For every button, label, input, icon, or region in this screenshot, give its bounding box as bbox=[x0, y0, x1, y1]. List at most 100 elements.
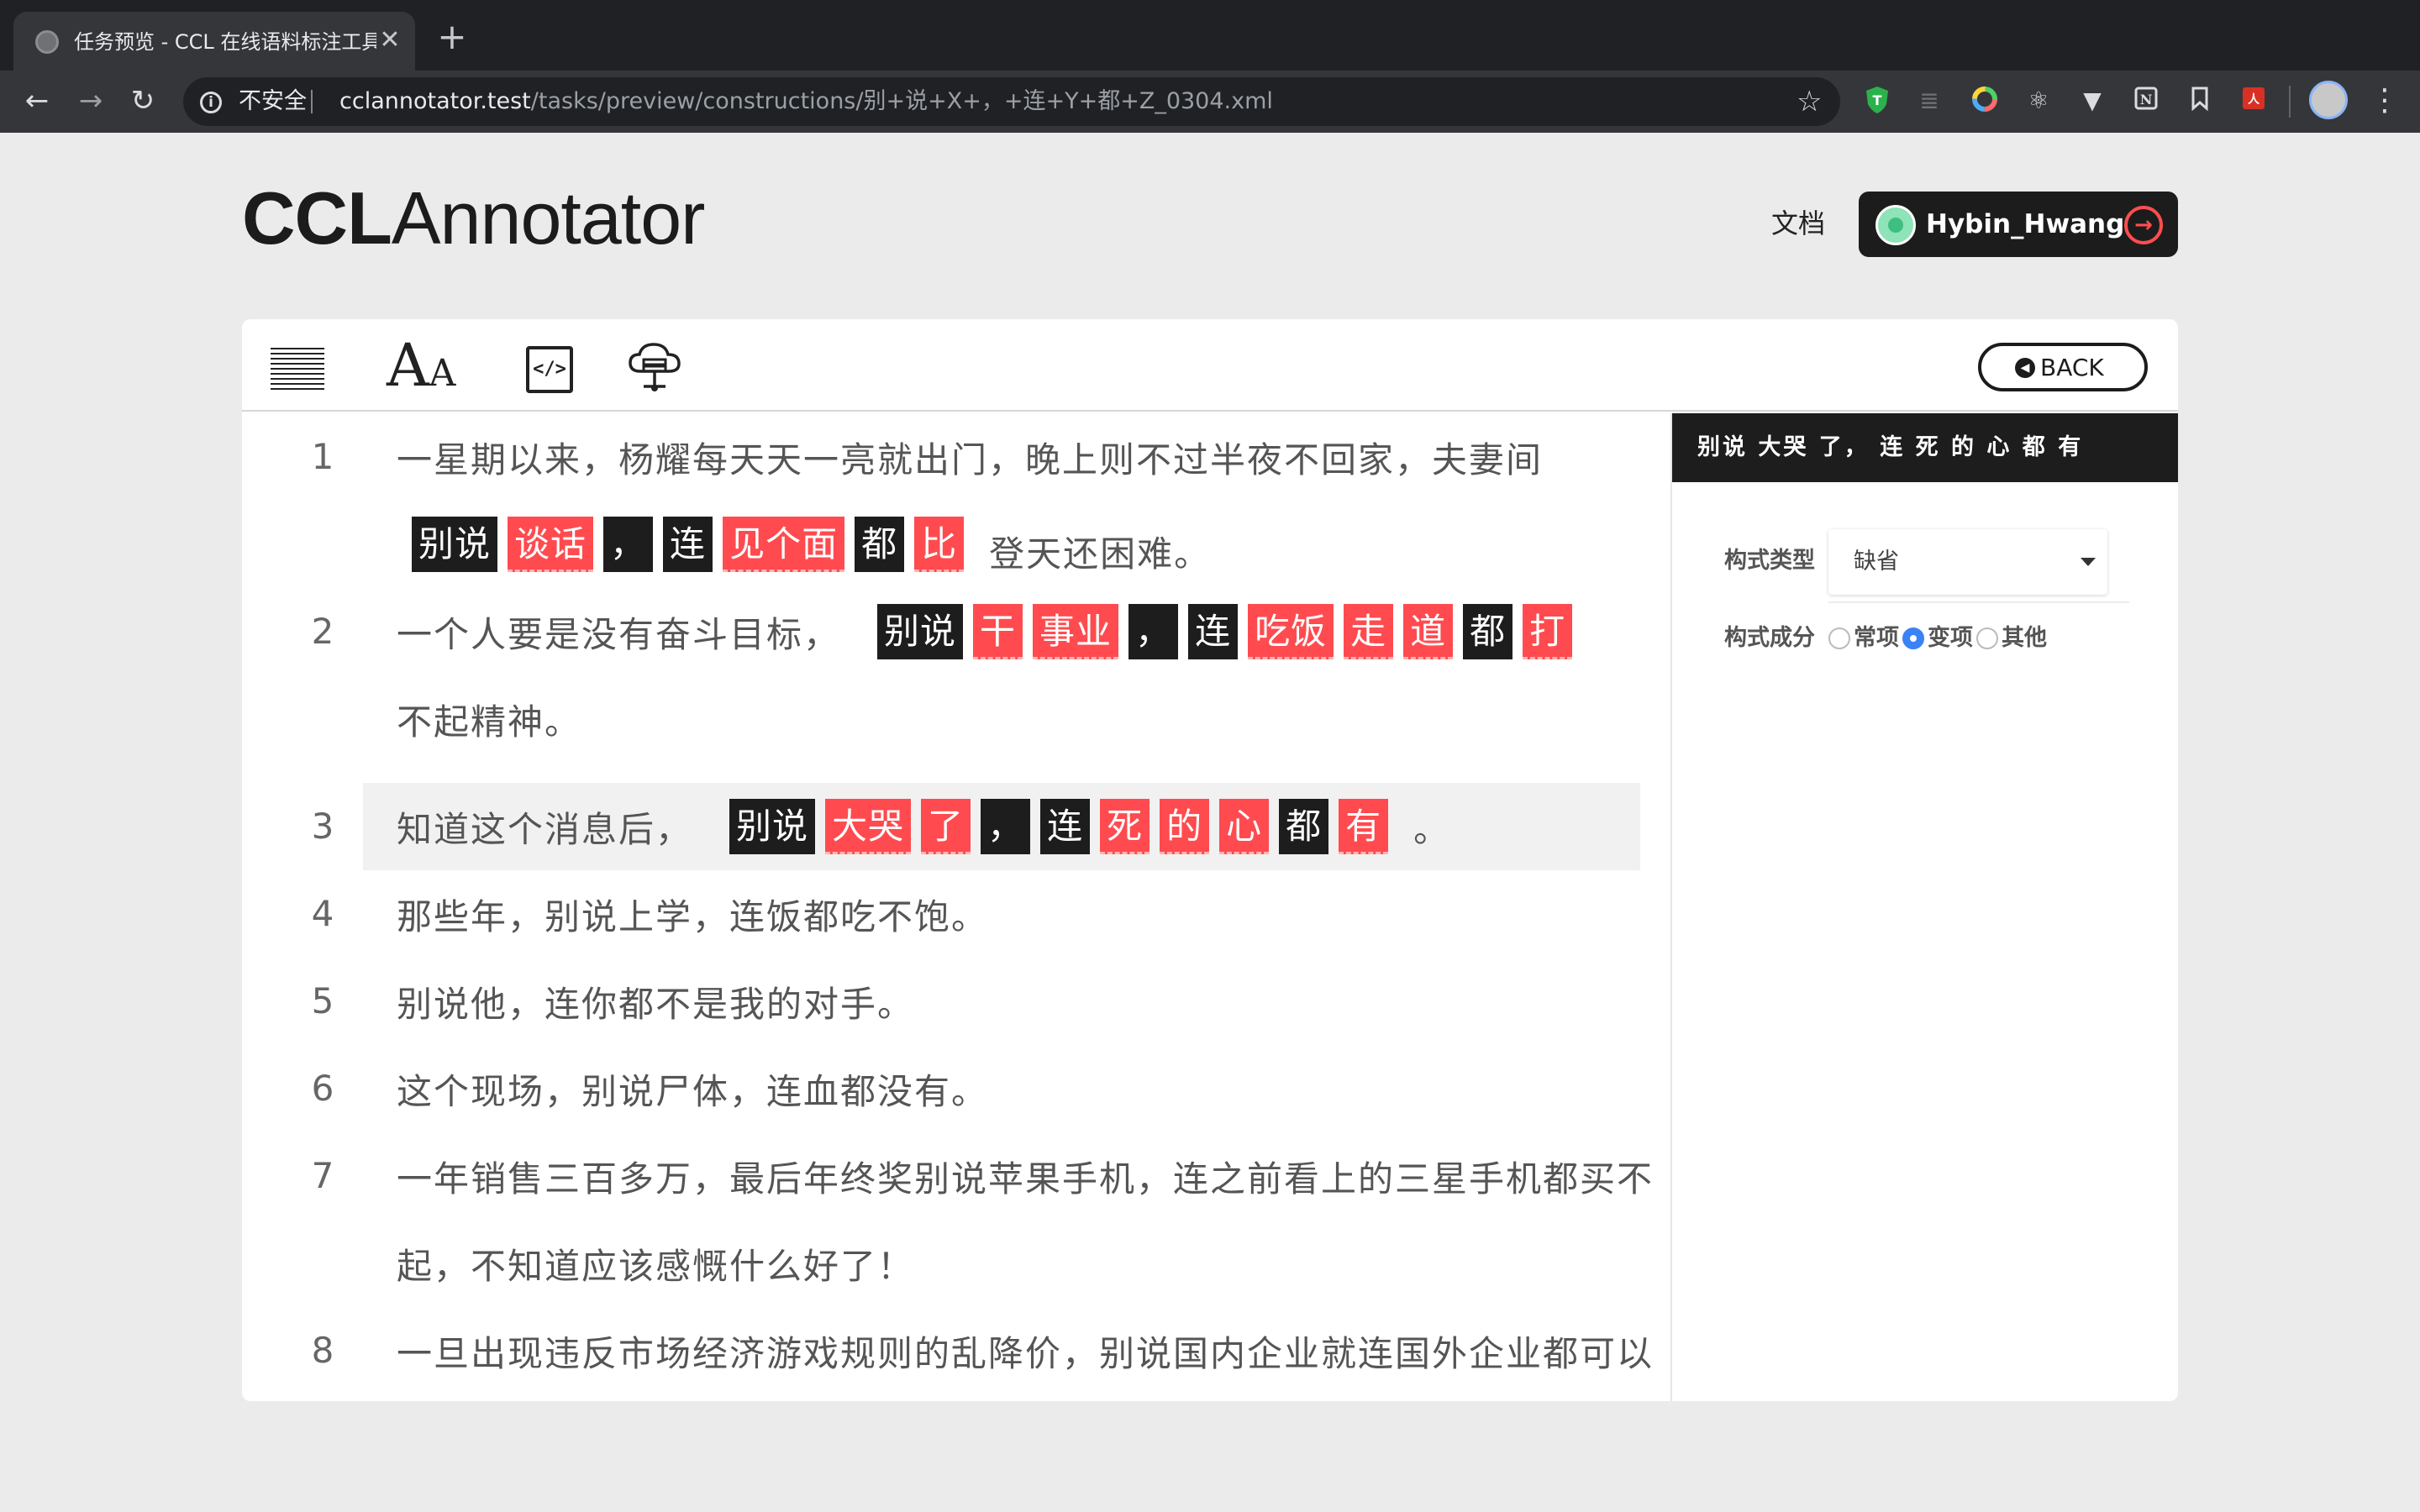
token-variable[interactable]: 比 bbox=[914, 517, 965, 572]
token-constant[interactable]: 别说 bbox=[877, 604, 964, 659]
sentence-3-line-1[interactable]: 知道这个消息后， 别说 大哭 了 ， 连 死 的 心 都 有 。 bbox=[397, 783, 1450, 870]
sentence-2-line-2[interactable]: 不起精神。 bbox=[397, 675, 581, 763]
token-variable[interactable]: 死 bbox=[1100, 799, 1150, 854]
construction-type-value: 缺省 bbox=[1854, 549, 1899, 575]
svg-text:N: N bbox=[2140, 92, 2153, 108]
token-variable[interactable]: 谈话 bbox=[508, 517, 594, 572]
token-variable[interactable]: 心 bbox=[1219, 799, 1270, 854]
token-constant[interactable]: ， bbox=[981, 799, 1031, 854]
sentence-text: 那些年，别说上学，连饭都吃不饱。 bbox=[397, 895, 989, 937]
sentence-number: 8 bbox=[311, 1330, 334, 1371]
close-icon[interactable]: ✕ bbox=[376, 27, 403, 54]
font-tool-small: A bbox=[429, 352, 456, 395]
token-variable[interactable]: 见个面 bbox=[723, 517, 845, 572]
chevron-down-icon bbox=[2081, 558, 2096, 566]
address-bar[interactable]: i 不安全 cclannotator.test/tasks/preview/co… bbox=[183, 77, 1840, 126]
sentence-number: 6 bbox=[311, 1068, 334, 1109]
sentence-number: 3 bbox=[311, 806, 334, 847]
app-logo[interactable]: CCLAnnotator bbox=[242, 176, 705, 260]
token-variable[interactable]: 吃饭 bbox=[1248, 604, 1334, 659]
token-variable[interactable]: 打 bbox=[1523, 604, 1573, 659]
browser-tab-bar: 任务预览 - CCL 在线语料标注工具 ✕ + bbox=[0, 0, 2420, 71]
token-variable[interactable]: 有 bbox=[1339, 799, 1389, 854]
text-lines-icon[interactable] bbox=[271, 348, 324, 390]
sentence-7-line-1[interactable]: 一年销售三百多万，最后年终奖别说苹果手机，连之前看上的三星手机都买不 bbox=[397, 1132, 1654, 1220]
token-variable[interactable]: 的 bbox=[1160, 799, 1210, 854]
sentence-text: 不起精神。 bbox=[397, 701, 582, 743]
url-path: /tasks/preview/constructions/别+说+X+，+连+Y… bbox=[530, 88, 1273, 114]
font-size-icon[interactable]: AA bbox=[387, 336, 471, 395]
docs-link[interactable]: 文档 bbox=[1771, 205, 1825, 242]
sentence-list: 1 一星期以来，杨耀每天天一亮就出门，晚上则不过半夜不回家，夫妻间 别说 谈话 … bbox=[242, 413, 1670, 1401]
sentence-8[interactable]: 一旦出现违反市场经济游戏规则的乱降价，别说国内企业就连国外企业都可以 bbox=[397, 1307, 1654, 1394]
token-constant[interactable]: 别说 bbox=[729, 799, 816, 854]
token-variable[interactable]: 干 bbox=[973, 604, 1023, 659]
extension-notion-icon[interactable]: N bbox=[2131, 86, 2161, 116]
browser-toolbar: ← → ↻ i 不安全 cclannotator.test/tasks/prev… bbox=[0, 71, 2420, 133]
more-menu-icon[interactable]: ⋮ bbox=[2370, 82, 2400, 119]
new-tab-button[interactable]: + bbox=[437, 19, 467, 55]
url-text[interactable]: cclannotator.test/tasks/preview/construc… bbox=[339, 88, 1273, 115]
token-variable[interactable]: 了 bbox=[921, 799, 971, 854]
token-variable[interactable]: 走 bbox=[1344, 604, 1394, 659]
insecure-label[interactable]: 不安全 bbox=[239, 88, 307, 115]
extension-shield-icon[interactable]: T bbox=[1862, 86, 1892, 116]
component-radio-group: 常项 变项 其他 bbox=[1828, 622, 2050, 655]
token-constant[interactable]: 连 bbox=[1188, 604, 1239, 659]
token-variable[interactable]: 事业 bbox=[1033, 604, 1119, 659]
back-arrow-icon[interactable]: ← bbox=[20, 84, 54, 118]
user-name: Hybin_Hwang bbox=[1926, 209, 2125, 239]
sentence-2-line-1[interactable]: 一个人要是没有奋斗目标， 别说 干 事业 ， 连 吃饭 走 道 都 打 bbox=[397, 588, 1582, 675]
browser-tab[interactable]: 任务预览 - CCL 在线语料标注工具 ✕ bbox=[13, 12, 415, 71]
radio-label-other[interactable]: 其他 bbox=[2002, 622, 2047, 655]
sentence-6[interactable]: 这个现场，别说尸体，连血都没有。 bbox=[397, 1045, 988, 1132]
extension-vue-icon[interactable]: ▼ bbox=[2077, 86, 2107, 116]
token-constant[interactable]: 连 bbox=[1040, 799, 1091, 854]
sentence-5[interactable]: 别说他，连你都不是我的对手。 bbox=[397, 958, 914, 1045]
globe-icon bbox=[35, 30, 59, 54]
extension-bookmark-icon[interactable] bbox=[2185, 86, 2215, 116]
sentence-7-line-2[interactable]: 起，不知道应该感慨什么好了！ bbox=[397, 1220, 914, 1307]
extension-pdf-icon[interactable]: 人 bbox=[2238, 86, 2269, 116]
radio-variable[interactable] bbox=[1902, 627, 1924, 649]
sentence-head: 知道这个消息后， bbox=[397, 808, 693, 850]
token-constant[interactable]: 连 bbox=[663, 517, 713, 572]
omnibox-divider bbox=[311, 90, 313, 113]
token-constant[interactable]: 别说 bbox=[412, 517, 498, 572]
sentence-1-tokens[interactable]: 别说 谈话 ， 连 见个面 都 比 登天还困难。 bbox=[412, 501, 1211, 588]
forward-arrow-icon[interactable]: → bbox=[74, 84, 108, 118]
toolbar-divider bbox=[2289, 86, 2291, 118]
extension-color-ring-icon[interactable] bbox=[1970, 86, 2000, 116]
extension-list-icon[interactable]: ≣ bbox=[1914, 86, 1944, 116]
logo-bold-text: CCL bbox=[242, 176, 392, 260]
sentence-1-line-1[interactable]: 一星期以来，杨耀每天天一亮就出门，晚上则不过半夜不回家，夫妻间 bbox=[397, 413, 1543, 501]
sentence-head: 一个人要是没有奋斗目标， bbox=[397, 613, 841, 655]
info-icon[interactable]: i bbox=[200, 92, 222, 113]
profile-avatar[interactable] bbox=[2309, 81, 2348, 119]
cloud-upload-icon[interactable] bbox=[625, 341, 684, 395]
user-menu[interactable]: Hybin_Hwang → bbox=[1859, 192, 2178, 257]
token-constant[interactable]: 都 bbox=[1463, 604, 1513, 659]
radio-other[interactable] bbox=[1976, 627, 1998, 649]
reload-icon[interactable]: ↻ bbox=[126, 84, 160, 118]
token-constant[interactable]: ， bbox=[603, 517, 654, 572]
token-constant[interactable]: 都 bbox=[855, 517, 905, 572]
bookmark-star-icon[interactable]: ☆ bbox=[1797, 87, 1822, 116]
token-variable[interactable]: 大哭 bbox=[825, 799, 912, 854]
token-variable[interactable]: 道 bbox=[1403, 604, 1454, 659]
back-button[interactable]: ◀ BACK bbox=[1978, 343, 2148, 391]
token-constant[interactable]: 都 bbox=[1279, 799, 1329, 854]
code-view-icon[interactable]: </> bbox=[526, 346, 573, 393]
extension-react-icon[interactable]: ⚛ bbox=[2023, 86, 2054, 116]
logout-icon[interactable]: → bbox=[2124, 206, 2163, 244]
url-host: cclannotator.test bbox=[339, 88, 531, 114]
svg-text:人: 人 bbox=[2248, 92, 2260, 107]
token-constant[interactable]: ， bbox=[1128, 604, 1179, 659]
radio-label-constant[interactable]: 常项 bbox=[1854, 622, 1899, 655]
task-preview-card: AA </> ◀ BACK 1 一星期以来，杨耀每天天一亮就出门，晚上则不过半夜… bbox=[242, 319, 2178, 1401]
radio-constant[interactable] bbox=[1828, 627, 1850, 649]
construction-type-select[interactable]: 缺省 bbox=[1828, 529, 2107, 595]
sentence-4[interactable]: 那些年，别说上学，连饭都吃不饱。 bbox=[397, 870, 988, 958]
sentence-number: 7 bbox=[311, 1155, 334, 1196]
radio-label-variable[interactable]: 变项 bbox=[1928, 622, 1973, 655]
